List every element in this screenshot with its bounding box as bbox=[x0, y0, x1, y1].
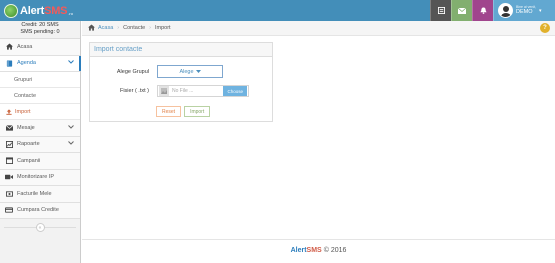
breadcrumb-separator-icon: › bbox=[149, 25, 151, 31]
sidebar-subitem-contacte[interactable]: Contacte bbox=[0, 88, 80, 104]
messages-button[interactable] bbox=[451, 0, 472, 21]
sidebar-item-cumpara[interactable]: Cumpara Credite bbox=[0, 202, 80, 219]
logo-icon bbox=[4, 3, 18, 18]
footer-brand-sms: SMS bbox=[306, 247, 322, 254]
breadcrumb-home-link[interactable]: Acasa bbox=[98, 25, 113, 31]
sidebar-collapse-bar: « bbox=[0, 219, 80, 236]
breadcrumb: Acasa › Contacte › Import ? bbox=[82, 21, 555, 36]
sidebar-item-monitorizare[interactable]: Monitorizare IP bbox=[0, 169, 80, 186]
credit-box: Credit: 20 SMS SMS pending: 0 bbox=[0, 21, 80, 39]
form-actions: Reset Import bbox=[156, 106, 211, 117]
footer: Alert SMS © 2016 bbox=[82, 239, 555, 261]
file-label: Fisier ( .txt ) bbox=[119, 88, 149, 94]
upload-icon bbox=[5, 108, 13, 115]
sidebar-item-label: Mesaje bbox=[17, 124, 35, 131]
sidebar-item-label: Contacte bbox=[14, 92, 37, 99]
chevron-down-icon bbox=[68, 141, 74, 147]
home-icon bbox=[88, 23, 95, 33]
breadcrumb-current: Import bbox=[155, 25, 171, 31]
credit-card-icon bbox=[5, 207, 13, 213]
sidebar-item-facturi[interactable]: Facturile Mele bbox=[0, 186, 80, 203]
help-button[interactable]: ? bbox=[540, 23, 550, 33]
sidebar-item-campanii[interactable]: Campanii bbox=[0, 153, 80, 170]
sidebar: Credit: 20 SMS SMS pending: 0 Acasa Agen… bbox=[0, 21, 81, 263]
panel-title: Import contacte bbox=[90, 43, 272, 57]
file-placeholder: No File ... bbox=[172, 88, 194, 94]
breadcrumb-section: Contacte bbox=[123, 25, 146, 31]
brand-domain: .ro bbox=[68, 10, 73, 16]
envelope-icon bbox=[5, 124, 13, 131]
import-button[interactable]: Import bbox=[184, 106, 211, 117]
file-icon bbox=[159, 86, 169, 96]
caret-down-icon: ▾ bbox=[539, 7, 542, 14]
invoice-icon bbox=[5, 191, 13, 197]
import-panel: Import contacte Alege Grupul Alege Fisie… bbox=[89, 42, 273, 122]
brand-name: AlertSMS bbox=[20, 4, 68, 17]
user-menu[interactable]: Bine ai venit, DEMO ▾ bbox=[493, 0, 555, 21]
chevron-down-icon bbox=[68, 124, 74, 131]
tasks-icon bbox=[437, 7, 445, 14]
user-welcome-text: Bine ai venit, bbox=[516, 4, 537, 9]
pending-text: SMS pending: 0 bbox=[20, 29, 60, 36]
sidebar-item-label: Rapoarte bbox=[17, 141, 40, 148]
caret-down-icon bbox=[195, 70, 201, 73]
credit-text: Credit: 20 SMS bbox=[21, 22, 59, 28]
calendar-icon bbox=[5, 157, 13, 165]
sidebar-item-mesaje[interactable]: Mesaje bbox=[0, 120, 80, 137]
sidebar-item-agenda[interactable]: Agenda bbox=[0, 55, 81, 72]
avatar bbox=[498, 3, 513, 18]
file-row: Fisier ( .txt ) No File ... Choose bbox=[90, 85, 249, 97]
group-select[interactable]: Alege bbox=[157, 65, 223, 78]
sidebar-item-rapoarte[interactable]: Rapoarte bbox=[0, 136, 80, 153]
group-label: Alege Grupul bbox=[116, 68, 149, 75]
breadcrumb-separator-icon: › bbox=[117, 25, 120, 31]
video-camera-icon bbox=[5, 174, 13, 180]
sidebar-item-label: Campanii bbox=[17, 157, 41, 164]
sidebar-item-label: Acasa bbox=[17, 43, 33, 50]
user-name: DEMO bbox=[516, 9, 533, 16]
double-chevron-left-icon[interactable]: « bbox=[35, 223, 45, 232]
choose-file-button[interactable]: Choose bbox=[223, 86, 247, 96]
envelope-icon bbox=[458, 7, 466, 14]
footer-brand: Alert bbox=[290, 247, 307, 254]
book-icon bbox=[5, 60, 13, 67]
sidebar-subitem-import[interactable]: Import bbox=[0, 104, 80, 120]
file-input[interactable]: No File ... Choose bbox=[157, 85, 249, 97]
chevron-down-icon bbox=[68, 60, 74, 66]
group-select-value: Alege bbox=[179, 68, 194, 75]
sidebar-item-label: Facturile Mele bbox=[17, 190, 52, 197]
brand-logo-link[interactable]: AlertSMS .ro bbox=[0, 0, 81, 21]
sidebar-item-label: Grupuri bbox=[14, 76, 33, 83]
tasks-button[interactable] bbox=[430, 0, 451, 21]
notifications-button[interactable] bbox=[472, 0, 493, 21]
home-icon bbox=[5, 43, 13, 50]
footer-copyright: © 2016 bbox=[323, 247, 347, 254]
bell-icon bbox=[479, 7, 487, 14]
sidebar-item-acasa[interactable]: Acasa bbox=[0, 39, 80, 56]
sidebar-item-label: Agenda bbox=[17, 60, 36, 67]
sidebar-item-label: Import bbox=[15, 108, 31, 115]
sidebar-item-label: Cumpara Credite bbox=[17, 207, 59, 214]
report-icon bbox=[5, 140, 13, 148]
reset-button[interactable]: Reset bbox=[156, 106, 182, 117]
group-row: Alege Grupul Alege bbox=[90, 65, 223, 78]
top-navbar: AlertSMS .ro Bine ai venit, DEMO ▾ bbox=[0, 0, 555, 21]
sidebar-subitem-grupuri[interactable]: Grupuri bbox=[0, 72, 80, 88]
sidebar-item-label: Monitorizare IP bbox=[17, 174, 54, 181]
